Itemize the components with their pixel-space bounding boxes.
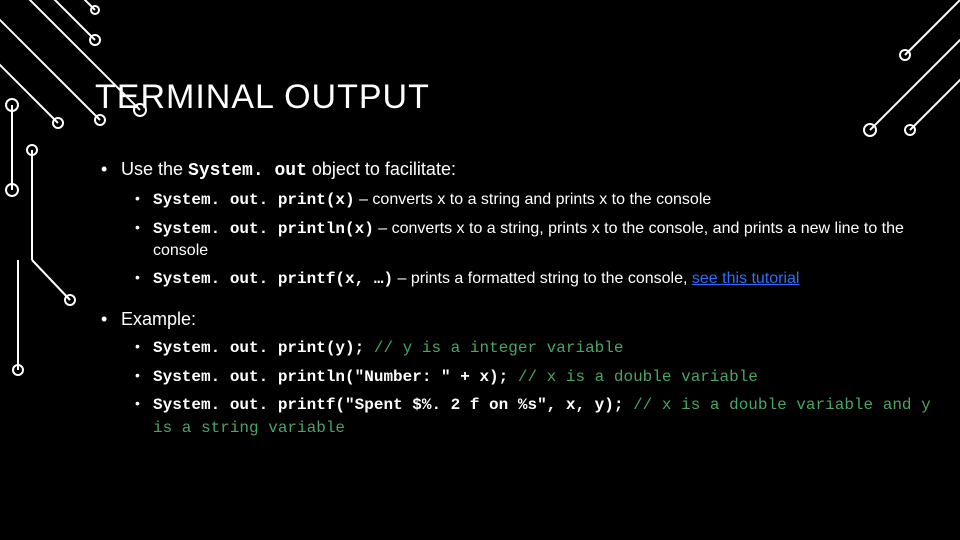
code-snippet: System. out. println(x) xyxy=(153,220,374,238)
bullet-use-systemout: Use the System. out object to facilitate… xyxy=(95,157,940,291)
code-snippet: System. out. print(x) xyxy=(153,191,355,209)
example-list: System. out. print(y); // y is a integer… xyxy=(121,337,940,439)
code-comment: // x is a double variable xyxy=(518,368,758,386)
desc-text: – converts x to a string and prints x to… xyxy=(355,191,712,208)
sub-bullet-list: System. out. print(x) – converts x to a … xyxy=(121,189,940,290)
sub-bullet-print: System. out. print(x) – converts x to a … xyxy=(121,189,940,212)
lead-code: System. out xyxy=(188,161,307,181)
bullet-example: Example: System. out. print(y); // y is … xyxy=(95,307,940,440)
desc-text: – prints a formatted string to the conso… xyxy=(393,270,692,287)
example-item: System. out. printf("Spent $%. 2 f on %s… xyxy=(121,394,940,439)
example-lead: Example: xyxy=(121,309,196,329)
example-item: System. out. print(y); // y is a integer… xyxy=(121,337,940,360)
lead-text-post: object to facilitate: xyxy=(307,159,456,179)
code-comment: // y is a integer variable xyxy=(374,339,624,357)
bullet-list: Use the System. out object to facilitate… xyxy=(95,157,940,439)
lead-text-pre: Use the xyxy=(121,159,188,179)
example-item: System. out. println("Number: " + x); //… xyxy=(121,366,940,389)
sub-bullet-printf: System. out. printf(x, …) – prints a for… xyxy=(121,268,940,291)
code-snippet: System. out. printf("Spent $%. 2 f on %s… xyxy=(153,396,633,414)
code-snippet: System. out. printf(x, …) xyxy=(153,270,393,288)
tutorial-link[interactable]: see this tutorial xyxy=(692,270,800,287)
sub-bullet-println: System. out. println(x) – converts x to … xyxy=(121,218,940,262)
slide-title: TERMINAL OUTPUT xyxy=(95,78,940,117)
slide-content: TERMINAL OUTPUT Use the System. out obje… xyxy=(95,78,940,455)
code-snippet: System. out. print(y); xyxy=(153,339,374,357)
code-snippet: System. out. println("Number: " + x); xyxy=(153,368,518,386)
